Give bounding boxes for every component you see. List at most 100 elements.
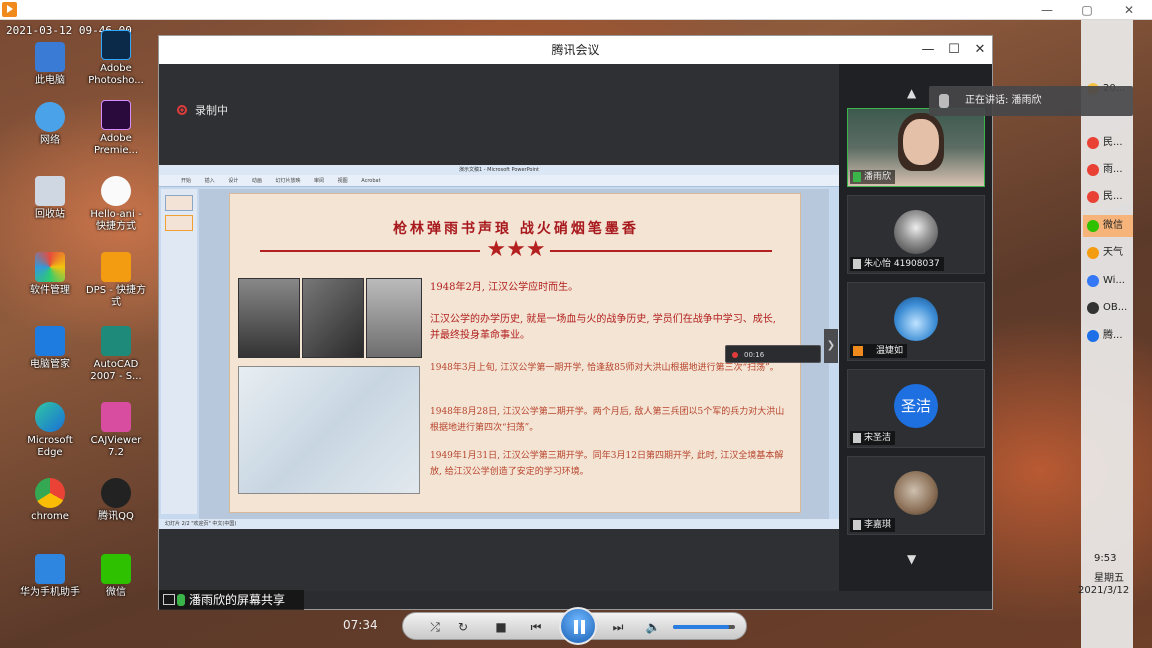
ppt-status-bar: 幻灯片 2/2 "欢迎页" 中文(中国): [159, 519, 839, 529]
close-button[interactable]: ✕: [1114, 0, 1144, 20]
participant-tile[interactable]: 李嘉琪: [847, 456, 985, 535]
meeting-title: 腾讯会议: [551, 43, 600, 57]
ribbon-tab[interactable]: 开始: [181, 178, 191, 184]
chrome-icon: [1087, 137, 1099, 149]
desktop-icon-pc-manager[interactable]: 电脑管家: [18, 326, 82, 371]
desktop-icon-dps[interactable]: DPS - 快捷方式: [84, 252, 148, 309]
ribbon-tab[interactable]: Acrobat: [361, 178, 380, 184]
slide-thumbnail-selected[interactable]: [165, 215, 193, 231]
desktop-icon-recycle-bin[interactable]: 回收站: [18, 176, 82, 221]
taskbar-item[interactable]: OB...: [1083, 297, 1133, 319]
recording-label: 录制中: [195, 104, 228, 117]
desktop-icon-cajviewer[interactable]: CAJViewer 7.2: [84, 402, 148, 459]
hello-ani-icon: [101, 176, 131, 206]
participant-face: [903, 119, 939, 165]
desktop-icon-this-pc[interactable]: 此电脑: [18, 42, 82, 87]
desktop-icon-hello-ani[interactable]: Hello-ani - 快捷方式: [84, 176, 148, 233]
mic-muted-icon: [853, 433, 861, 443]
slide-divider: [550, 250, 772, 252]
taskbar-item-label: Wi...: [1103, 275, 1125, 286]
clock-time[interactable]: 9:53: [1094, 553, 1116, 564]
desktop-icon-huawei-assistant[interactable]: 华为手机助手: [18, 554, 82, 599]
pause-button[interactable]: [559, 607, 597, 645]
stop-icon[interactable]: ■: [489, 617, 513, 637]
volume-slider[interactable]: [673, 625, 735, 629]
taskbar-item-label: 腾...: [1103, 330, 1123, 341]
ribbon-tab[interactable]: 审阅: [314, 178, 324, 184]
desktop-icon-photoshop[interactable]: Adobe Photosho...: [84, 30, 148, 87]
ribbon-tab[interactable]: 插入: [205, 178, 215, 184]
taskbar-item[interactable]: Wi...: [1083, 270, 1133, 292]
slide-thumbnail[interactable]: [165, 195, 193, 211]
repeat-icon[interactable]: ↻: [451, 617, 475, 637]
phone-assistant-icon: [35, 554, 65, 584]
meeting-minimize-button[interactable]: —: [915, 36, 941, 64]
player-icon: [1087, 275, 1099, 287]
avatar: 圣洁: [894, 384, 938, 428]
software-manager-icon: [35, 252, 65, 282]
desktop-icon-qq[interactable]: 腾讯QQ: [84, 478, 148, 523]
scroll-down-icon[interactable]: ▼: [907, 552, 916, 566]
participant-name: 宋圣洁: [850, 431, 896, 445]
taskbar-item[interactable]: 民...: [1083, 132, 1133, 154]
edge-icon: [35, 402, 65, 432]
next-icon[interactable]: ⏭: [603, 617, 633, 637]
photoshop-icon: [101, 30, 131, 60]
desktop-icon-software-manager[interactable]: 软件管理: [18, 252, 82, 297]
desktop-icon-label: AutoCAD 2007 - S...: [90, 359, 142, 382]
previous-icon[interactable]: ⏮: [521, 617, 551, 637]
taskbar-item-label: 微信: [1103, 220, 1123, 231]
ppt-window-title: 演示文稿1 - Microsoft PowerPoint: [159, 165, 839, 175]
wechat-icon: [1087, 220, 1099, 232]
desktop-icon-label: 网络: [40, 135, 60, 146]
shield-icon: [35, 326, 65, 356]
meeting-window: 腾讯会议 — ☐ ✕ 录制中 演示文稿1 - Microsoft PowerPo…: [158, 35, 993, 610]
taskbar-item[interactable]: 天气: [1083, 242, 1133, 264]
mini-recorder-toolbar[interactable]: 00:16: [725, 345, 821, 363]
desktop-icon-label: 软件管理: [30, 285, 70, 296]
ribbon-tab[interactable]: 幻灯片放映: [275, 178, 300, 184]
participant-tile[interactable]: 圣洁 宋圣洁: [847, 369, 985, 448]
minimize-button[interactable]: —: [1032, 0, 1062, 20]
desktop-icon-autocad[interactable]: AutoCAD 2007 - S...: [84, 326, 148, 383]
desktop-icon-wechat[interactable]: 微信: [84, 554, 148, 599]
taskbar-item[interactable]: 腾...: [1083, 325, 1133, 347]
clock-date: 2021/3/12: [1078, 585, 1130, 596]
taskbar-item[interactable]: 民...: [1083, 186, 1133, 208]
ribbon-tab[interactable]: 设计: [228, 178, 238, 184]
maximize-button[interactable]: ▢: [1072, 0, 1102, 20]
network-icon: [35, 102, 65, 132]
chrome-icon: [1087, 164, 1099, 176]
ribbon-tab[interactable]: 视图: [338, 178, 348, 184]
avatar: [894, 297, 938, 341]
screen-share-banner[interactable]: 潘雨欣的屏幕共享: [159, 590, 304, 610]
desktop-icon-chrome[interactable]: chrome: [18, 478, 82, 523]
taskbar-item-wechat[interactable]: 微信: [1083, 215, 1133, 237]
elapsed-time: 07:34: [343, 618, 378, 632]
meeting-close-button[interactable]: ✕: [967, 36, 993, 64]
participant-tile-speaking[interactable]: 潘雨欣: [847, 108, 985, 187]
participant-tile[interactable]: 朱心怡 41908037: [847, 195, 985, 274]
meeting-maximize-button[interactable]: ☐: [941, 36, 967, 64]
taskbar-item[interactable]: 雨...: [1083, 159, 1133, 181]
desktop-icon-premiere[interactable]: Adobe Premie...: [84, 100, 148, 157]
recording-indicator[interactable]: 录制中: [177, 102, 228, 118]
volume-icon[interactable]: 🔈: [641, 617, 665, 637]
ribbon-tab[interactable]: 动画: [252, 178, 262, 184]
scroll-up-icon[interactable]: ▲: [907, 86, 916, 100]
tencent-meeting-icon: [1087, 330, 1099, 342]
desktop-icon-edge[interactable]: Microsoft Edge: [18, 402, 82, 459]
collapse-panel-button[interactable]: ❯: [824, 329, 838, 363]
recycle-bin-icon: [35, 176, 65, 206]
taskbar-item-label: 雨...: [1103, 164, 1123, 175]
taskbar-item-label: 民...: [1103, 137, 1123, 148]
group-photo: [302, 278, 364, 358]
ppt-slide-thumbnails: [161, 189, 197, 514]
slide-text-paragraph: 江汉公学的办学历史, 就是一场血与火的战争历史, 学员们在战争中学习、成长, 并…: [430, 314, 776, 341]
desktop-icon-label: DPS - 快捷方式: [85, 285, 147, 308]
screen-share-label: 潘雨欣的屏幕共享: [189, 593, 286, 607]
desktop-icon-network[interactable]: 网络: [18, 102, 82, 147]
star-icon: ★★★: [486, 237, 546, 262]
participant-tile[interactable]: 温婕如: [847, 282, 985, 361]
shuffle-icon[interactable]: ⤮: [423, 617, 447, 637]
